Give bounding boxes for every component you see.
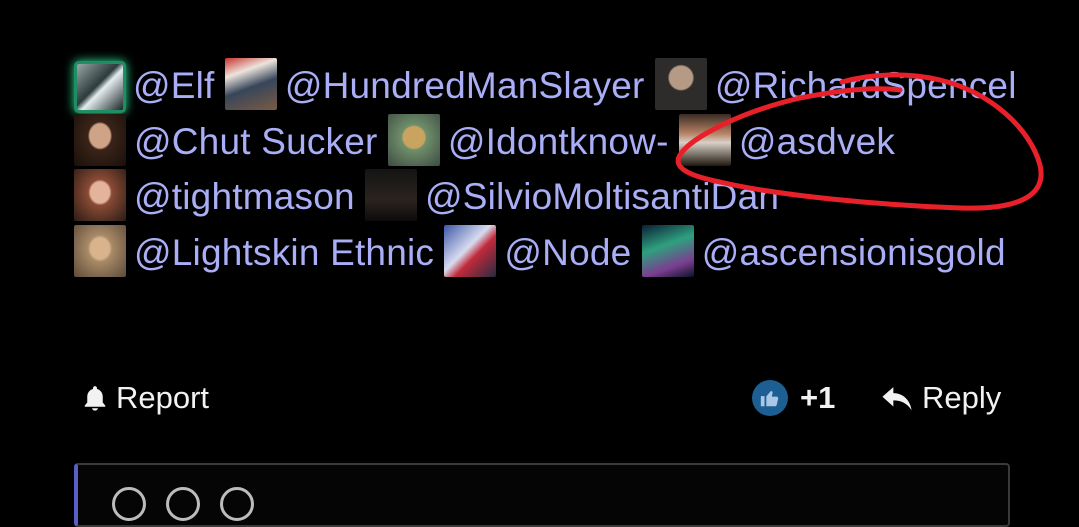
- mention-asdvek[interactable]: @asdvek: [678, 113, 895, 166]
- user-avatar[interactable]: [641, 224, 694, 277]
- editor-toolbar: [112, 487, 254, 521]
- mention-chutsucker[interactable]: @Chut Sucker: [74, 113, 378, 166]
- mention-tightmason[interactable]: @tightmason: [74, 169, 355, 221]
- mention-elf[interactable]: @Elf: [74, 64, 215, 110]
- toolbar-icon[interactable]: [220, 487, 254, 521]
- report-label: Report: [116, 380, 210, 415]
- mention-username[interactable]: @Elf: [133, 65, 215, 106]
- user-avatar[interactable]: [654, 58, 707, 110]
- mention-username[interactable]: @HundredManSlayer: [285, 65, 645, 106]
- mention-lightskinethnic[interactable]: @Lightskin Ethnic: [74, 224, 434, 277]
- mention-username[interactable]: @asdvek: [739, 121, 895, 162]
- mention-username[interactable]: @tightmason: [134, 176, 355, 217]
- mention-username[interactable]: @Chut Sucker: [134, 121, 378, 162]
- reply-arrow-icon: [882, 387, 912, 411]
- mention-idontknow[interactable]: @Idontknow-: [387, 113, 669, 166]
- user-avatar[interactable]: [74, 113, 126, 166]
- reply-editor[interactable]: [74, 463, 1010, 527]
- mention-username[interactable]: @SilvioMoltisantiDan: [425, 176, 779, 217]
- user-avatar[interactable]: [387, 113, 440, 166]
- mention-username[interactable]: @RichardSpencel: [715, 65, 1017, 106]
- vote-count: +1: [800, 380, 836, 415]
- mention-username[interactable]: @Idontknow-: [448, 121, 669, 162]
- mention-richardspencel[interactable]: @RichardSpencel: [654, 58, 1017, 110]
- bell-icon: [84, 386, 106, 411]
- mention-list: @Elf @HundredManSlayer @RichardSpencel @…: [74, 58, 1034, 280]
- user-avatar[interactable]: [444, 224, 497, 277]
- mention-username[interactable]: @Lightskin Ethnic: [134, 232, 434, 273]
- user-avatar[interactable]: [77, 64, 123, 110]
- mention-silviomoltisantidan[interactable]: @SilvioMoltisantiDan: [365, 169, 779, 221]
- report-button[interactable]: Report: [80, 372, 209, 424]
- mention-ascensionisgold[interactable]: @ascensionisgold: [641, 224, 1006, 277]
- user-avatar[interactable]: [74, 169, 126, 221]
- thumbs-up-icon[interactable]: [752, 380, 788, 416]
- reply-button[interactable]: Reply: [880, 372, 1001, 424]
- comment-actions: Report +1 Reply: [0, 372, 1079, 424]
- thumbs-up-glyph: [760, 390, 779, 407]
- reply-label: Reply: [922, 380, 1002, 415]
- toolbar-icon[interactable]: [112, 487, 146, 521]
- upvote-control: +1: [752, 372, 835, 424]
- user-avatar[interactable]: [74, 224, 126, 277]
- mention-username[interactable]: @ascensionisgold: [702, 232, 1006, 273]
- toolbar-icon[interactable]: [166, 487, 200, 521]
- user-avatar[interactable]: [678, 113, 731, 166]
- mention-username[interactable]: @Node: [504, 232, 631, 273]
- mention-hundredmanslayer[interactable]: @HundredManSlayer: [224, 58, 645, 110]
- user-avatar[interactable]: [224, 58, 277, 110]
- user-avatar[interactable]: [365, 169, 418, 221]
- mention-node[interactable]: @Node: [444, 224, 631, 277]
